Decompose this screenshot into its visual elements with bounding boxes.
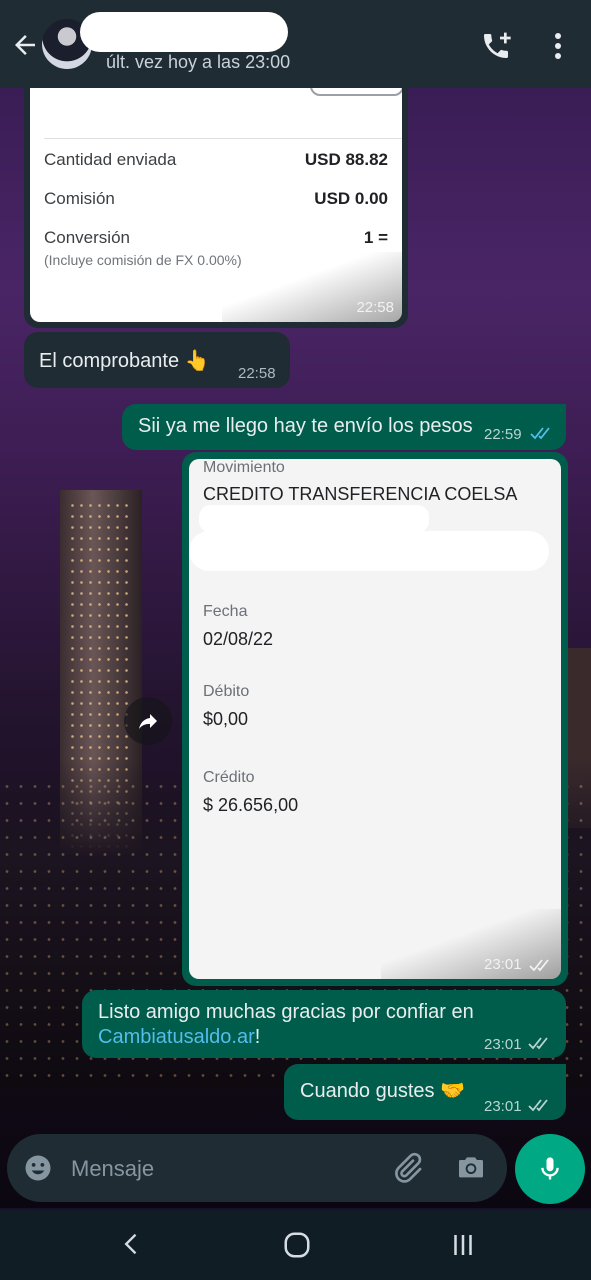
delivered-ticks-icon xyxy=(528,1037,548,1050)
website-link[interactable]: Cambiatusaldo.ar xyxy=(98,1026,255,1048)
debit-value: $0,00 xyxy=(203,709,249,729)
read-ticks-icon xyxy=(530,427,550,440)
voice-message-button[interactable] xyxy=(515,1134,585,1204)
incoming-text-message[interactable]: El comprobante 👆 22:58 xyxy=(24,332,290,388)
nav-home-icon[interactable] xyxy=(282,1230,312,1260)
credit-label: Crédito xyxy=(203,769,255,786)
message-text: Listo amigo muchas gracias por confiar e… xyxy=(98,1000,498,1050)
divider xyxy=(44,138,402,139)
system-nav-bar xyxy=(0,1210,591,1280)
message-time: 22:58 xyxy=(356,299,394,316)
date-label: Fecha xyxy=(203,603,248,620)
chat-header: últ. vez hoy a las 23:00 xyxy=(0,0,591,88)
message-text-part: Listo amigo muchas gracias por confiar e… xyxy=(98,1001,474,1023)
contact-name-redacted[interactable] xyxy=(80,12,288,52)
emoji-icon[interactable] xyxy=(23,1153,53,1183)
add-call-icon[interactable] xyxy=(480,30,512,62)
message-text-part: ! xyxy=(254,1026,261,1048)
fee-value: USD 0.00 xyxy=(314,189,388,208)
redaction xyxy=(189,531,549,571)
message-text: El comprobante 👆 xyxy=(39,350,210,372)
delivered-ticks-icon xyxy=(528,1099,548,1112)
transfer-receipt-image: Cantidad enviada USD 88.82 Comisión USD … xyxy=(30,82,402,322)
message-time: 22:58 xyxy=(238,365,276,382)
message-time: 22:59 xyxy=(484,426,522,443)
conversion-note: (Incluye comisión de FX 0.00%) xyxy=(44,252,242,268)
message-text: Cuando gustes 🤝 xyxy=(300,1080,465,1102)
redaction xyxy=(199,505,429,533)
nav-back-icon[interactable] xyxy=(118,1230,146,1258)
mic-icon xyxy=(541,1157,559,1180)
forward-button[interactable] xyxy=(124,697,172,745)
message-time: 23:01 xyxy=(484,1098,522,1115)
debit-label: Débito xyxy=(203,683,250,700)
attach-icon[interactable] xyxy=(391,1152,423,1184)
more-vert-icon[interactable] xyxy=(548,30,568,62)
back-arrow-icon[interactable] xyxy=(10,30,40,60)
credit-value: $ 26.656,00 xyxy=(203,795,299,815)
incoming-image-message[interactable]: Cantidad enviada USD 88.82 Comisión USD … xyxy=(24,82,408,328)
amount-sent-value: USD 88.82 xyxy=(304,150,388,169)
nav-recents-icon[interactable] xyxy=(448,1230,478,1260)
conversion-label: Conversión xyxy=(44,228,130,247)
bank-movement-image: Movimiento CREDITO TRANSFERENCIA COELSA … xyxy=(189,459,561,979)
fee-label: Comisión xyxy=(44,189,115,208)
outgoing-text-message[interactable]: Sii ya me llego hay te envío los pesos 2… xyxy=(122,404,566,450)
movement-label: Movimiento xyxy=(203,459,285,476)
movement-value: CREDITO TRANSFERENCIA COELSA xyxy=(203,484,518,504)
forward-icon xyxy=(139,714,157,729)
last-seen-status: últ. vez hoy a las 23:00 xyxy=(106,52,291,72)
outgoing-text-message[interactable]: Listo amigo muchas gracias por confiar e… xyxy=(82,990,566,1058)
conversion-value: 1 = xyxy=(363,228,388,247)
message-input-bar: Mensaje xyxy=(7,1134,507,1202)
redaction xyxy=(280,104,402,130)
message-input[interactable]: Mensaje xyxy=(71,1156,154,1182)
message-text: Sii ya me llego hay te envío los pesos xyxy=(138,415,473,437)
delivered-ticks-icon xyxy=(529,959,549,972)
message-time: 23:01 xyxy=(484,1036,522,1053)
message-time: 23:01 xyxy=(484,956,522,973)
date-value: 02/08/22 xyxy=(203,629,274,649)
camera-icon[interactable] xyxy=(455,1152,487,1184)
amount-sent-label: Cantidad enviada xyxy=(44,150,177,169)
outgoing-image-message[interactable]: Movimiento CREDITO TRANSFERENCIA COELSA … xyxy=(182,452,568,986)
outgoing-text-message[interactable]: Cuando gustes 🤝 23:01 xyxy=(284,1064,566,1120)
